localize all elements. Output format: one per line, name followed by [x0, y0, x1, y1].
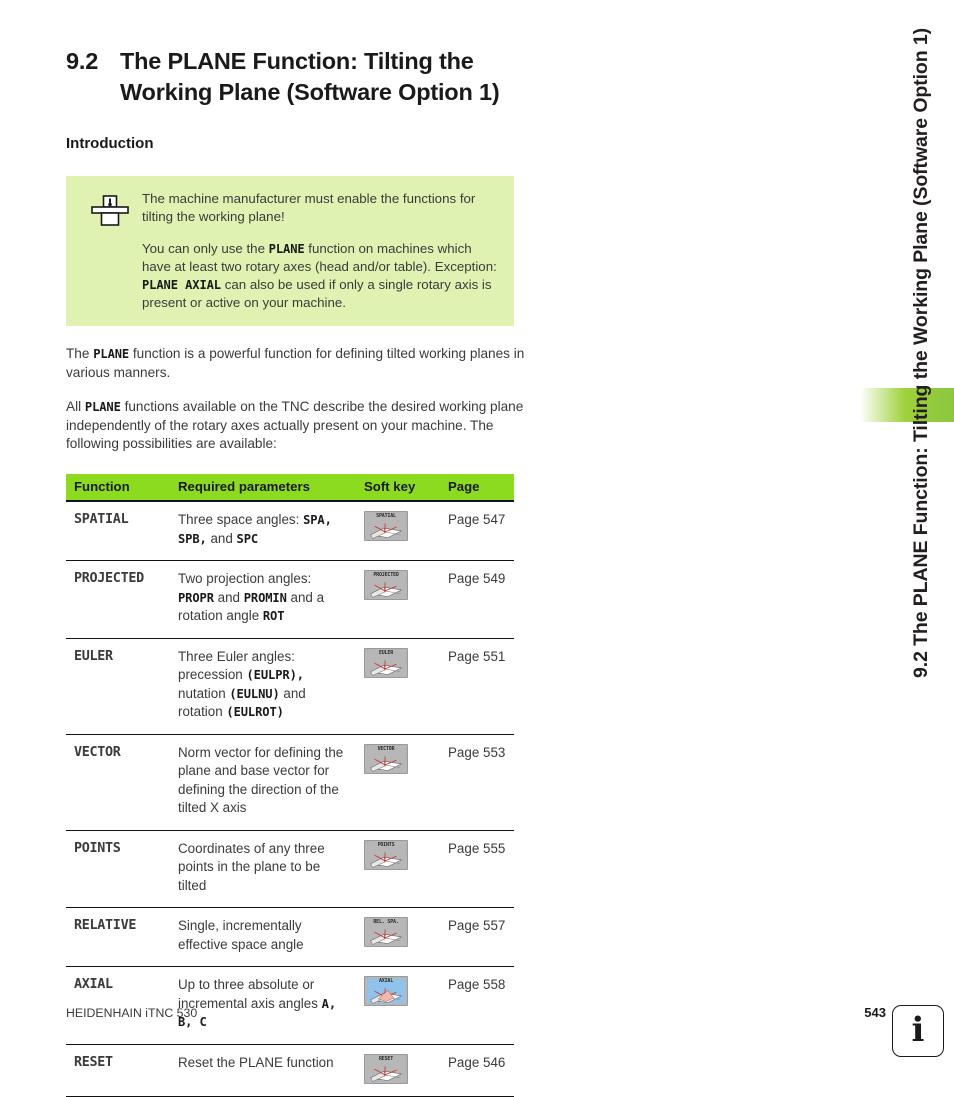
cell-required-parameters: Reset the PLANE function [170, 1044, 356, 1097]
param-code: (EULPR), [246, 668, 304, 683]
intro-paragraph-2: All PLANE functions available on the TNC… [66, 398, 524, 452]
col-header-softkey: Soft key [356, 474, 440, 503]
footer-product-name: HEIDENHAIN iTNC 530 [66, 1005, 198, 1020]
table-row: PROJECTED Two projection angles: PROPR an… [66, 560, 514, 639]
cell-page-reference[interactable]: Page 546 [440, 1044, 514, 1097]
softkey-button-projected[interactable]: PROJECTED [364, 570, 408, 601]
cell-softkey: SPATIAL [356, 501, 440, 562]
table-row: RELATIVE Single, incrementally effective … [66, 907, 514, 968]
param-code: SPA, [303, 513, 332, 528]
param-code: ROT [262, 609, 285, 624]
param-code: PROPR [178, 590, 214, 605]
info-badge: i [892, 1005, 944, 1057]
table-row: POINTS Coordinates of any three points in… [66, 830, 514, 909]
softkey-button-vector[interactable]: VECTOR [364, 743, 408, 774]
chapter-number: 9.2 [66, 48, 99, 74]
cell-page-reference[interactable]: Page 557 [440, 907, 514, 968]
code-plane-inline-2: PLANE [84, 399, 121, 414]
code-plane: PLANE [268, 241, 305, 256]
footer-page-number: 543 [864, 1005, 886, 1020]
plane-functions-table: Function Required parameters Soft key Pa… [66, 474, 514, 1097]
info-icon: i [911, 1010, 925, 1050]
cell-required-parameters: Coordinates of any three points in the p… [170, 830, 356, 909]
machine-tool-icon [78, 190, 142, 312]
param-text: nutation [178, 685, 230, 701]
page-title: 9.2 The PLANE Function: Tilting the Work… [66, 46, 526, 107]
running-head-text: 9.2 The PLANE Function: Tilting the Work… [910, 28, 933, 678]
param-text: and [213, 589, 244, 605]
softkey-label: PROJECTED [373, 572, 399, 579]
softkey-button-spatial[interactable]: SPATIAL [364, 511, 408, 542]
softkey-button-euler[interactable]: EULER [364, 647, 408, 678]
softkey-button-axial[interactable]: AXIAL [364, 976, 408, 1007]
softkey-label: SPATIAL [376, 513, 396, 520]
cell-softkey: EULER [356, 638, 440, 735]
code-plane-axial: PLANE AXIAL [142, 277, 221, 292]
cell-page-reference[interactable]: Page 551 [440, 638, 514, 735]
param-code: PROMIN [243, 590, 287, 605]
param-code: SPC [236, 531, 259, 546]
softkey-button-points[interactable]: POINTS [364, 839, 408, 870]
softkey-label: POINTS [377, 841, 395, 848]
code-plane-inline-1: PLANE [93, 347, 130, 362]
cell-softkey: RESET [356, 1044, 440, 1097]
cell-function-name: PROJECTED [66, 560, 170, 639]
softkey-button-reset[interactable]: RESET [364, 1053, 408, 1084]
cell-required-parameters: Three space angles: SPA, SPB, and SPC [170, 501, 356, 562]
note-paragraph-1: The machine manufacturer must enable the… [142, 191, 476, 225]
cell-function-name: RELATIVE [66, 907, 170, 968]
page-content: 9.2 The PLANE Function: Tilting the Work… [66, 0, 526, 1097]
cell-function-name: VECTOR [66, 734, 170, 831]
machine-note-box: The machine manufacturer must enable the… [66, 176, 514, 327]
softkey-label: VECTOR [377, 745, 395, 752]
param-text: and [206, 530, 237, 546]
cell-softkey: PROJECTED [356, 560, 440, 639]
table-row: SPATIAL Three space angles: SPA, SPB, and… [66, 501, 514, 562]
cell-required-parameters: Three Euler angles: precession (EULPR), … [170, 638, 356, 735]
param-text: Reset the PLANE function [178, 1054, 334, 1070]
cell-function-name: SPATIAL [66, 501, 170, 562]
cell-required-parameters: Two projection angles: PROPR and PROMIN … [170, 560, 356, 639]
chapter-title-text: The PLANE Function: Tilting the Working … [120, 48, 500, 105]
cell-required-parameters: Single, incrementally effective space an… [170, 907, 356, 968]
col-header-function: Function [66, 474, 170, 503]
col-header-page: Page [440, 474, 514, 503]
softkey-label: EULER [378, 649, 394, 656]
cell-softkey: VECTOR [356, 734, 440, 831]
table-row: VECTOR Norm vector for defining the plane… [66, 734, 514, 831]
softkey-label: REL. SPA. [373, 919, 399, 926]
table-row: EULER Three Euler angles: precession (EUL… [66, 638, 514, 735]
param-text: Three space angles: [178, 512, 304, 528]
note-text: The machine manufacturer must enable the… [142, 190, 500, 312]
cell-required-parameters: Norm vector for defining the plane and b… [170, 734, 356, 831]
softkey-button-relative[interactable]: REL. SPA. [364, 917, 408, 948]
param-text: Norm vector for defining the plane and b… [178, 744, 344, 816]
col-header-parameters: Required parameters [170, 474, 356, 503]
param-text: Coordinates of any three points in the p… [178, 840, 325, 893]
cell-function-name: RESET [66, 1044, 170, 1097]
param-code: (EULNU) [229, 686, 280, 701]
cell-page-reference[interactable]: Page 549 [440, 560, 514, 639]
cell-function-name: POINTS [66, 830, 170, 909]
cell-function-name: EULER [66, 638, 170, 735]
param-code: SPB, [178, 531, 207, 546]
cell-page-reference[interactable]: Page 555 [440, 830, 514, 909]
softkey-label: AXIAL [378, 978, 394, 985]
cell-page-reference[interactable]: Page 547 [440, 501, 514, 562]
param-code: (EULROT) [226, 705, 284, 720]
cell-softkey: POINTS [356, 830, 440, 909]
table-header-row: Function Required parameters Soft key Pa… [66, 474, 514, 503]
section-heading: Introduction [66, 135, 154, 153]
softkey-label: RESET [378, 1055, 394, 1062]
note-paragraph-2: You can only use the PLANE function on m… [142, 240, 497, 311]
vertical-running-head: 9.2 The PLANE Function: Tilting the Work… [890, 0, 954, 985]
cell-page-reference[interactable]: Page 553 [440, 734, 514, 831]
param-text: Single, incrementally effective space an… [178, 918, 304, 952]
intro-paragraph-1: The PLANE function is a powerful functio… [66, 346, 525, 381]
param-text: Two projection angles: [178, 571, 312, 587]
table-row: RESET Reset the PLANE function RESET Page 5… [66, 1044, 514, 1097]
cell-softkey: REL. SPA. [356, 907, 440, 968]
page-footer: HEIDENHAIN iTNC 530 543 [66, 1005, 886, 1020]
